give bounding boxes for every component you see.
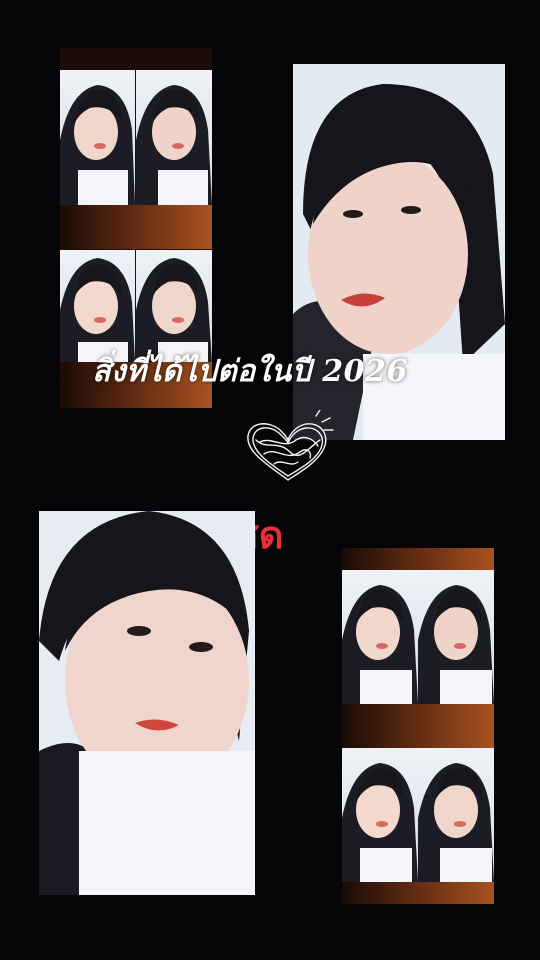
scribble-heart-icon	[238, 409, 338, 490]
photo-thumb	[136, 70, 212, 205]
photo-thumb	[342, 748, 418, 882]
strip-glow-bottom-3	[342, 882, 494, 904]
caption-title: สิ่งที่ได้ไปต่อในปี 2026	[92, 354, 408, 389]
photo-thumb	[418, 748, 494, 882]
strip-glow-bottom-1	[342, 548, 494, 570]
photo-thumb	[342, 570, 418, 704]
photo-thumb	[60, 70, 135, 205]
photo-thumb	[60, 250, 135, 362]
strip-glow-bottom-2	[342, 704, 494, 748]
photo-thumb	[136, 250, 212, 362]
photo-large-bottom-left	[39, 511, 255, 895]
strip-glow-top-1	[60, 205, 212, 249]
photo-thumb	[418, 570, 494, 704]
